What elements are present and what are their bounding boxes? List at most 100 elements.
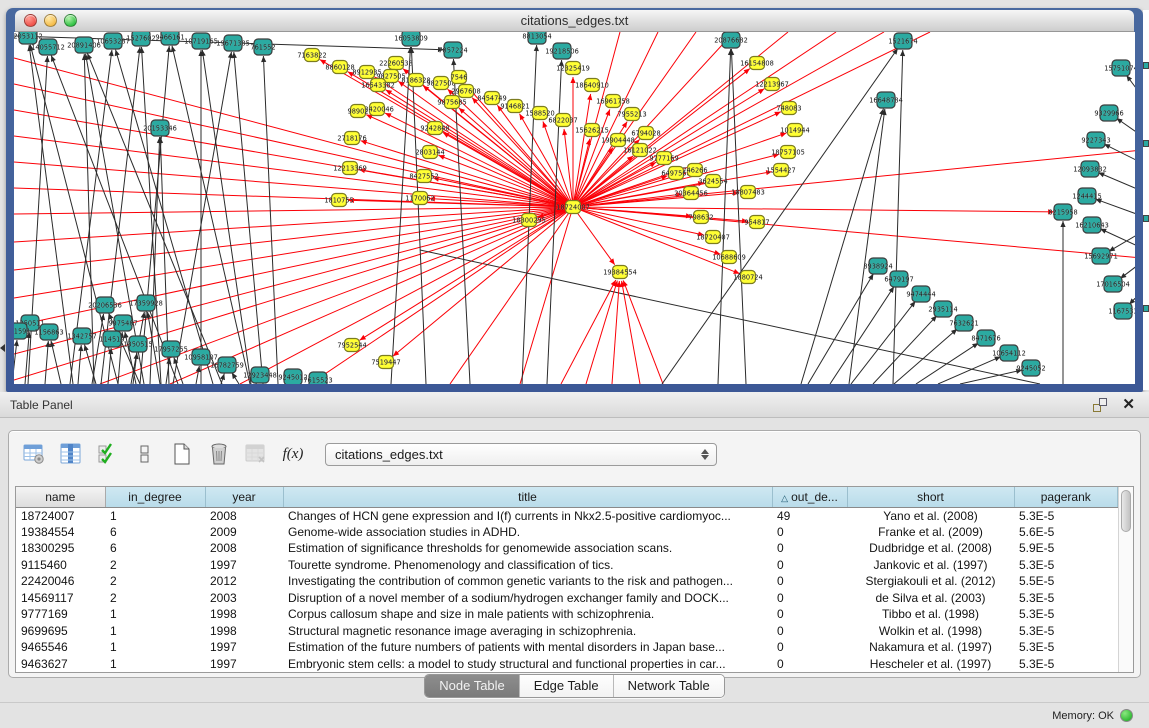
graph-node[interactable]: 19384554	[603, 266, 637, 279]
table-cell[interactable]: 5.6E-5	[1014, 524, 1118, 541]
graph-node[interactable]: 1880724	[733, 271, 762, 284]
table-cell[interactable]: Changes of HCN gene expression and I(f) …	[283, 507, 772, 524]
tab-node-table[interactable]: Node Table	[425, 675, 520, 697]
graph-node[interactable]: 798632	[688, 211, 713, 224]
graph-edge[interactable]	[1095, 199, 1135, 216]
graph-edge[interactable]	[1098, 173, 1135, 191]
table-row[interactable]: 946554611997Estimation of the future num…	[16, 639, 1118, 656]
graph-node[interactable]: 19904448	[601, 134, 635, 147]
graph-node[interactable]: 15626215	[575, 124, 609, 137]
graph-node[interactable]: 9245052	[1016, 360, 1045, 376]
table-cell[interactable]: 5.9E-5	[1014, 540, 1118, 557]
tab-edge-table[interactable]: Edge Table	[520, 675, 614, 697]
table-settings-icon[interactable]	[21, 441, 47, 467]
table-cell[interactable]: 9463627	[16, 656, 105, 673]
delete-trash-icon[interactable]	[206, 441, 232, 467]
graph-node[interactable]: 16543382	[361, 79, 395, 92]
table-cell[interactable]: 1997	[205, 557, 283, 574]
tab-network-table[interactable]: Network Table	[614, 675, 724, 697]
graph-node[interactable]: 22260538	[379, 57, 413, 70]
graph-edge[interactable]	[731, 49, 746, 384]
table-cell[interactable]: Structural magnetic resonance image aver…	[283, 623, 772, 640]
table-cell[interactable]: Jankovic et al. (1997)	[847, 557, 1014, 574]
window-titlebar[interactable]: citations_edges.txt	[15, 10, 1134, 32]
table-cell[interactable]: 5.3E-5	[1014, 557, 1118, 574]
graph-edge[interactable]	[85, 345, 96, 384]
graph-node[interactable]: 9466161	[155, 32, 184, 45]
table-cell[interactable]: Nakamura et al. (1997)	[847, 639, 1014, 656]
table-cell[interactable]: 9115460	[16, 557, 105, 574]
graph-node[interactable]: 12213369	[333, 162, 367, 175]
close-window-button[interactable]	[24, 14, 37, 27]
table-cell[interactable]: 0	[772, 573, 847, 590]
graph-node[interactable]: 19218506	[545, 43, 579, 59]
scrollbar-thumb[interactable]	[1121, 490, 1131, 532]
graph-edge[interactable]	[45, 341, 48, 384]
table-cell[interactable]: 49	[772, 507, 847, 524]
graph-edge[interactable]	[851, 301, 915, 384]
graph-node[interactable]: 1167533	[1108, 303, 1135, 319]
network-canvas[interactable]: 2053112140557122089140610653287152760294…	[14, 32, 1135, 384]
column-header-pagerank[interactable]: pagerank	[1014, 487, 1118, 507]
graph-node[interactable]: 6479197	[884, 271, 913, 287]
table-row[interactable]: 1456911722003Disruption of a novel membe…	[16, 590, 1118, 607]
table-cell[interactable]: Estimation of significance thresholds fo…	[283, 540, 772, 557]
graph-node[interactable]: 1244415	[1072, 188, 1101, 204]
table-cell[interactable]: 5.3E-5	[1014, 507, 1118, 524]
graph-node[interactable]: 17359928	[129, 295, 163, 311]
graph-node[interactable]: 15751074	[1104, 60, 1135, 76]
row-height-icon[interactable]	[132, 441, 158, 467]
graph-node[interactable]: 9329966	[1094, 105, 1123, 121]
table-cell[interactable]: Investigating the contribution of common…	[283, 573, 772, 590]
table-cell[interactable]: 0	[772, 540, 847, 557]
graph-edge[interactable]	[14, 340, 17, 384]
float-panel-icon[interactable]	[1093, 398, 1107, 412]
table-cell[interactable]: 0	[772, 656, 847, 673]
table-row[interactable]: 1872400712008Changes of HCN gene express…	[16, 507, 1118, 524]
graph-node[interactable]: 114519	[99, 331, 124, 347]
table-cell[interactable]: 2	[105, 573, 205, 590]
graph-node[interactable]: 16961758	[596, 95, 630, 108]
graph-edge[interactable]	[411, 47, 426, 384]
graph-node[interactable]: 2935114	[928, 301, 957, 317]
graph-edge[interactable]	[393, 207, 573, 356]
table-row[interactable]: 1938455462009Genome-wide association stu…	[16, 524, 1118, 541]
graph-node[interactable]: 1527602	[126, 32, 155, 46]
table-column-icon[interactable]	[58, 441, 84, 467]
graph-edge[interactable]	[894, 329, 957, 384]
graph-edge[interactable]	[263, 56, 278, 384]
table-cell[interactable]: 1	[105, 639, 205, 656]
column-header-in_degree[interactable]: in_degree	[105, 487, 205, 507]
table-cell[interactable]: Estimation of the future numbers of pati…	[283, 639, 772, 656]
graph-node[interactable]: 7519447	[371, 356, 400, 369]
table-cell[interactable]: 2012	[205, 573, 283, 590]
graph-edge[interactable]	[849, 109, 885, 384]
table-cell[interactable]: 18724007	[16, 507, 105, 524]
function-builder-icon[interactable]: f(x)	[280, 441, 306, 467]
table-cell[interactable]: 6	[105, 540, 205, 557]
graph-node[interactable]: 9474444	[906, 286, 935, 302]
graph-node[interactable]: 20206536	[88, 297, 122, 313]
table-cell[interactable]: 5.3E-5	[1014, 639, 1118, 656]
memory-status-indicator[interactable]	[1120, 709, 1133, 722]
table-cell[interactable]: 9699695	[16, 623, 105, 640]
graph-edge[interactable]	[573, 207, 704, 235]
minimize-window-button[interactable]	[44, 14, 57, 27]
graph-node[interactable]: 9875685	[437, 96, 466, 109]
table-cell[interactable]: Wolkin et al. (1998)	[847, 623, 1014, 640]
graph-node[interactable]: 7632621	[949, 315, 978, 331]
table-cell[interactable]: 5.3E-5	[1014, 606, 1118, 623]
graph-node[interactable]: 7615523	[303, 372, 332, 384]
graph-node[interactable]: 10719165	[184, 33, 218, 49]
graph-edge[interactable]	[573, 207, 748, 221]
column-header-out_de[interactable]: △out_de...	[772, 487, 847, 507]
graph-node[interactable]: 6794028	[631, 127, 660, 140]
graph-node[interactable]: 8860128	[325, 61, 354, 74]
table-cell[interactable]: 5.5E-5	[1014, 573, 1118, 590]
graph-node[interactable]: 18640910	[575, 79, 609, 92]
graph-edge[interactable]	[938, 357, 1001, 384]
table-cell[interactable]: 2008	[205, 540, 283, 557]
graph-node[interactable]: 20876682	[714, 32, 748, 48]
graph-node[interactable]: 8938924	[863, 258, 892, 274]
table-cell[interactable]: 5.3E-5	[1014, 623, 1118, 640]
